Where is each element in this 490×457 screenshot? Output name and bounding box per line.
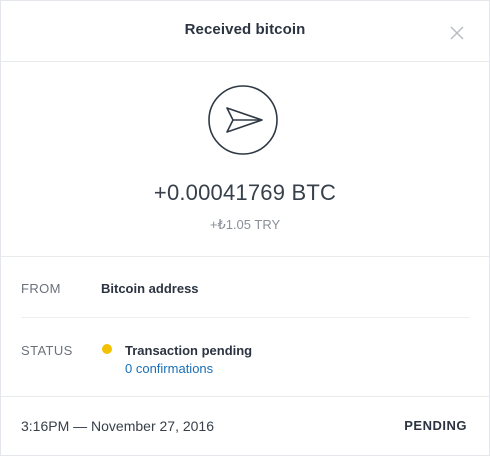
confirmations-link[interactable]: 0 confirmations (125, 361, 213, 376)
transaction-dialog: Received bitcoin +0.00041769 BTC +₺1.05 … (0, 0, 490, 456)
fiat-amount: +₺1.05 TRY (209, 217, 281, 232)
dialog-title: Received bitcoin (184, 21, 306, 38)
status-row: STATUS Transaction pending 0 confirmatio… (1, 318, 489, 397)
status-badge: PENDING (404, 418, 467, 433)
from-value: Bitcoin address (101, 281, 199, 296)
transaction-timestamp: 3:16PM — November 27, 2016 (21, 418, 214, 434)
transaction-summary: +0.00041769 BTC +₺1.05 TRY (1, 62, 489, 257)
from-label: FROM (21, 281, 61, 296)
close-icon[interactable] (449, 25, 465, 41)
status-value: Transaction pending (125, 343, 253, 358)
dialog-footer: 3:16PM — November 27, 2016 PENDING (1, 397, 489, 457)
btc-amount: +0.00041769 BTC (153, 180, 337, 205)
status-label: STATUS (21, 343, 73, 358)
pending-status-dot (102, 344, 112, 354)
send-arrow-icon (208, 85, 278, 155)
dialog-header: Received bitcoin (1, 1, 489, 62)
from-row: FROM Bitcoin address (21, 257, 469, 318)
